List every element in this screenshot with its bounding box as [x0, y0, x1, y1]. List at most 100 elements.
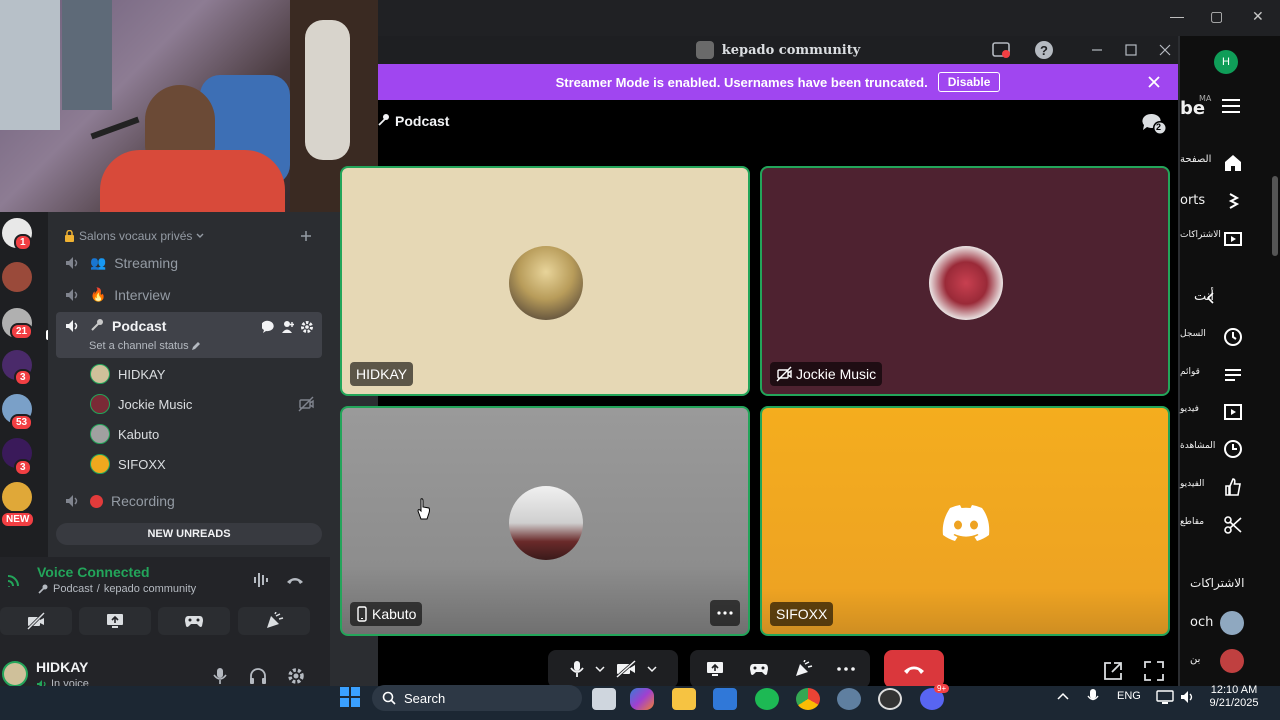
inbox-icon[interactable] [992, 42, 1010, 58]
channel-avatar[interactable] [1220, 611, 1244, 635]
avatar [90, 394, 110, 414]
language-indicator[interactable]: ENG [1117, 690, 1141, 702]
browser-close-button[interactable]: ✕ [1252, 8, 1264, 25]
obs-icon[interactable] [878, 688, 902, 710]
disconnect-call-button[interactable] [884, 650, 944, 688]
disable-streamer-mode-button[interactable]: Disable [937, 72, 1001, 92]
chevron-up-icon[interactable] [1057, 692, 1069, 700]
yt-channel-1[interactable]: och [1190, 615, 1213, 630]
windows-start-icon[interactable] [339, 686, 361, 708]
disconnect-icon[interactable] [285, 573, 305, 587]
scissors-icon[interactable] [1222, 514, 1244, 536]
tray-microphone-icon[interactable] [1087, 688, 1099, 706]
volume-icon[interactable] [1180, 689, 1196, 705]
channel-interview[interactable]: 🔥 Interview [56, 280, 322, 310]
server-icon[interactable] [2, 262, 32, 292]
more-options-button[interactable] [710, 600, 740, 626]
settings-gear-icon[interactable] [300, 320, 314, 334]
task-view-icon[interactable] [592, 688, 616, 710]
chevron-down-icon[interactable] [647, 665, 657, 673]
channel-recording[interactable]: Recording [56, 486, 322, 516]
location-separator: / [96, 583, 100, 595]
thumbs-up-icon[interactable] [1222, 476, 1244, 498]
video-tile-hidkay[interactable]: HIDKAY [340, 166, 750, 396]
clock-icon[interactable] [1222, 438, 1244, 460]
chevron-down-icon [196, 233, 204, 238]
close-icon[interactable] [1159, 44, 1171, 56]
profile-avatar[interactable]: H [1214, 50, 1238, 74]
soundboard-button[interactable] [238, 607, 310, 635]
channel-label: Interview [114, 287, 171, 303]
soundboard-icon[interactable] [793, 660, 813, 678]
video-toggle-button[interactable] [0, 607, 72, 635]
hamburger-menu-icon[interactable] [1222, 98, 1242, 114]
user-avatar[interactable] [2, 661, 28, 687]
your-videos-icon[interactable] [1222, 401, 1244, 423]
yt-label-your-videos: فيديو [1180, 404, 1199, 414]
spotify-icon[interactable] [755, 688, 779, 710]
new-unreads-pill[interactable]: NEW UNREADS [56, 523, 322, 545]
activities-button[interactable] [158, 607, 230, 635]
network-icon[interactable] [1156, 689, 1174, 705]
settings-icon[interactable] [837, 688, 861, 710]
hang-up-icon [904, 666, 924, 674]
signal-icon[interactable] [6, 570, 24, 588]
taskbar-search[interactable]: Search [372, 685, 582, 711]
home-icon[interactable] [1222, 152, 1244, 174]
chevron-left-icon[interactable] [1206, 292, 1214, 304]
chat-bubble-icon[interactable] [262, 320, 276, 334]
voice-user-jockie[interactable]: Jockie Music [90, 391, 192, 417]
activity-controls [690, 650, 870, 688]
screen-share-icon[interactable] [705, 660, 725, 678]
file-explorer-icon[interactable] [672, 688, 696, 710]
camera-off-icon[interactable] [615, 660, 637, 678]
server-icon [695, 41, 714, 59]
help-icon[interactable]: ? [1035, 41, 1053, 59]
gamepad-icon[interactable] [749, 661, 769, 677]
browser-minimize-button[interactable]: — [1170, 8, 1184, 24]
username[interactable]: HIDKAY [36, 659, 88, 675]
scrollbar[interactable] [1272, 176, 1278, 256]
voice-user-kabuto[interactable]: Kabuto [90, 421, 159, 447]
yt-channel-2[interactable]: بن [1190, 654, 1200, 665]
close-banner-icon[interactable] [1148, 76, 1160, 88]
headphones-icon[interactable] [248, 666, 268, 686]
history-icon[interactable] [1222, 326, 1244, 348]
playlists-icon[interactable] [1222, 364, 1244, 386]
system-clock[interactable]: 12:10 AM 9/21/2025 [1206, 684, 1262, 710]
maximize-icon[interactable] [1125, 44, 1137, 56]
video-tile-sifoxx[interactable]: SIFOXX [760, 406, 1170, 636]
subscriptions-icon[interactable] [1222, 227, 1244, 249]
noise-suppression-icon[interactable] [252, 571, 272, 589]
window-pane [62, 0, 112, 110]
pencil-icon[interactable] [191, 341, 201, 351]
video-tile-jockie-music[interactable]: Jockie Music [760, 166, 1170, 396]
pop-out-icon[interactable] [1102, 660, 1124, 682]
invite-user-icon[interactable] [281, 320, 295, 334]
shorts-icon[interactable] [1222, 190, 1244, 212]
microphone-icon[interactable] [569, 659, 585, 679]
channel-streaming[interactable]: 👥 Streaming [56, 248, 322, 278]
microphone-icon[interactable] [211, 666, 229, 686]
copilot-icon[interactable] [630, 688, 654, 710]
server-icon[interactable] [2, 482, 32, 512]
chat-icon[interactable] [1141, 112, 1167, 136]
chrome-icon[interactable] [796, 688, 820, 710]
voice-user-hidkay[interactable]: HIDKAY [90, 361, 165, 387]
channel-avatar[interactable] [1220, 649, 1244, 673]
screen-share-button[interactable] [79, 607, 151, 635]
voice-user-sifoxx[interactable]: SIFOXX [90, 451, 166, 477]
minimize-icon[interactable] [1091, 44, 1103, 56]
voice-location[interactable]: Podcast / kepado community [37, 583, 196, 595]
user-settings-icon[interactable] [286, 666, 306, 686]
fullscreen-icon[interactable] [1143, 660, 1165, 682]
add-channel-icon[interactable] [300, 230, 312, 242]
yt-label-history: السجل [1180, 329, 1206, 339]
browser-maximize-button[interactable]: ▢ [1210, 8, 1223, 25]
chevron-down-icon[interactable] [595, 665, 605, 673]
store-icon[interactable] [713, 688, 737, 710]
channel-status[interactable]: Set a channel status [89, 340, 189, 352]
more-dots-icon[interactable] [837, 667, 855, 671]
video-tile-kabuto[interactable]: Kabuto [340, 406, 750, 636]
category-header[interactable]: Salons vocaux privés [64, 229, 204, 243]
